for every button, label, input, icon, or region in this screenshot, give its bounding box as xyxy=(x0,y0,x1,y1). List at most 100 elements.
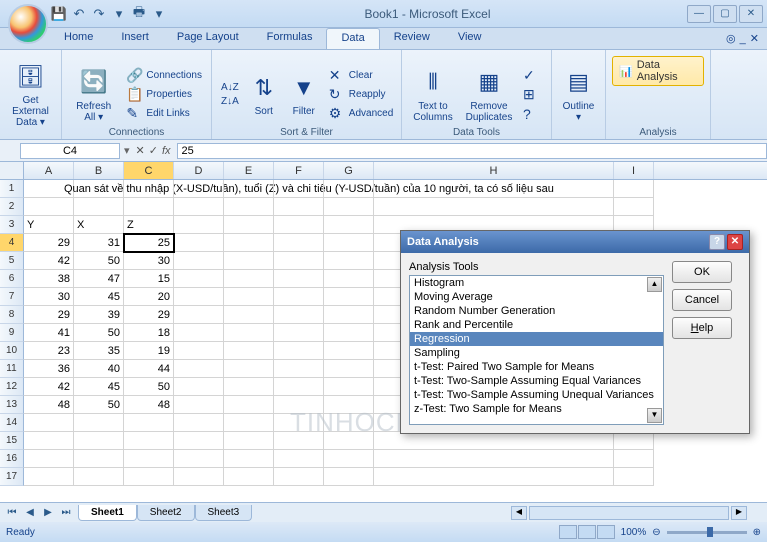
cell[interactable] xyxy=(224,396,274,414)
sort-button[interactable]: ⇅Sort xyxy=(246,52,282,137)
row-header[interactable]: 1 xyxy=(0,180,24,198)
sort-ascending-button[interactable]: A↓Z xyxy=(218,81,242,94)
cell[interactable] xyxy=(374,198,614,216)
cell[interactable] xyxy=(324,324,374,342)
consolidate-button[interactable]: ⊞ xyxy=(520,86,542,104)
cell[interactable] xyxy=(614,450,654,468)
cell[interactable] xyxy=(224,216,274,234)
row-header[interactable]: 13 xyxy=(0,396,24,414)
column-header[interactable]: C xyxy=(124,162,174,179)
analysis-tool-item[interactable]: t-Test: Paired Two Sample for Means xyxy=(410,360,663,374)
scroll-left-icon[interactable]: ◀ xyxy=(511,506,527,520)
cell[interactable]: 18 xyxy=(124,324,174,342)
cell[interactable] xyxy=(224,270,274,288)
cell[interactable] xyxy=(274,468,324,486)
cell[interactable]: Quan sát về thu nhập (X-USD/tuần), tuổi … xyxy=(24,180,74,198)
cell[interactable] xyxy=(174,198,224,216)
cell[interactable] xyxy=(174,180,224,198)
cancel-icon[interactable]: ✕ xyxy=(136,144,145,157)
data-validation-button[interactable]: ✓ xyxy=(520,67,542,85)
doc-close-icon[interactable]: ✕ xyxy=(750,32,759,45)
scroll-down-icon[interactable]: ▼ xyxy=(647,408,662,423)
cell[interactable] xyxy=(174,306,224,324)
cell[interactable]: 20 xyxy=(124,288,174,306)
cell[interactable] xyxy=(324,414,374,432)
column-header[interactable]: E xyxy=(224,162,274,179)
cell[interactable]: 31 xyxy=(74,234,124,252)
cell[interactable] xyxy=(324,252,374,270)
cell[interactable] xyxy=(274,342,324,360)
cell[interactable] xyxy=(274,306,324,324)
filter-button[interactable]: ▼Filter xyxy=(286,52,322,137)
zoom-slider[interactable] xyxy=(667,531,747,534)
cell[interactable] xyxy=(74,414,124,432)
column-header[interactable]: I xyxy=(614,162,654,179)
outline-button[interactable]: ▤Outline ▾ xyxy=(558,52,599,137)
analysis-tool-item[interactable]: t-Test: Two-Sample Assuming Equal Varian… xyxy=(410,374,663,388)
sort-descending-button[interactable]: Z↓A xyxy=(218,95,242,108)
column-header[interactable]: D xyxy=(174,162,224,179)
close-button[interactable]: ✕ xyxy=(739,5,763,23)
cell[interactable]: 48 xyxy=(124,396,174,414)
cell[interactable] xyxy=(614,198,654,216)
sheet-tab[interactable]: Sheet2 xyxy=(137,505,195,521)
cell[interactable]: 45 xyxy=(74,288,124,306)
row-header[interactable]: 6 xyxy=(0,270,24,288)
data-analysis-button[interactable]: 📊Data Analysis xyxy=(612,56,704,86)
cell[interactable] xyxy=(324,234,374,252)
analysis-tool-item[interactable]: Histogram xyxy=(410,276,663,290)
cell[interactable] xyxy=(614,468,654,486)
cancel-button[interactable]: Cancel xyxy=(672,289,732,311)
column-header[interactable]: G xyxy=(324,162,374,179)
tab-view[interactable]: View xyxy=(444,28,496,49)
last-sheet-icon[interactable]: ⏭ xyxy=(58,507,74,518)
cell[interactable] xyxy=(274,432,324,450)
scroll-right-icon[interactable]: ▶ xyxy=(731,506,747,520)
cell[interactable]: X xyxy=(74,216,124,234)
next-sheet-icon[interactable]: ▶ xyxy=(40,507,56,518)
cell[interactable] xyxy=(174,450,224,468)
cell[interactable]: 38 xyxy=(24,270,74,288)
cell[interactable] xyxy=(324,306,374,324)
analysis-tool-item[interactable]: Sampling xyxy=(410,346,663,360)
cell[interactable]: 45 xyxy=(74,378,124,396)
cell[interactable] xyxy=(124,468,174,486)
remove-duplicates-button[interactable]: ▦Remove Duplicates xyxy=(462,52,516,137)
cell[interactable] xyxy=(324,216,374,234)
redo-icon[interactable]: ↷ xyxy=(90,5,108,23)
cell[interactable] xyxy=(224,324,274,342)
tab-review[interactable]: Review xyxy=(380,28,444,49)
cell[interactable]: 41 xyxy=(24,324,74,342)
cell[interactable] xyxy=(274,252,324,270)
cell[interactable]: 29 xyxy=(24,306,74,324)
cell[interactable] xyxy=(274,198,324,216)
cell[interactable] xyxy=(274,414,324,432)
cell[interactable] xyxy=(124,450,174,468)
select-all-corner[interactable] xyxy=(0,162,24,179)
row-header[interactable]: 3 xyxy=(0,216,24,234)
analysis-tool-item[interactable]: z-Test: Two Sample for Means xyxy=(410,402,663,416)
normal-view-button[interactable] xyxy=(559,525,577,539)
cell[interactable] xyxy=(24,468,74,486)
enter-icon[interactable]: ✓ xyxy=(149,144,158,157)
cell[interactable] xyxy=(324,288,374,306)
cell[interactable] xyxy=(274,360,324,378)
row-header[interactable]: 5 xyxy=(0,252,24,270)
row-header[interactable]: 10 xyxy=(0,342,24,360)
tab-insert[interactable]: Insert xyxy=(107,28,163,49)
cell[interactable] xyxy=(74,180,124,198)
row-header[interactable]: 2 xyxy=(0,198,24,216)
fx-icon[interactable]: fx xyxy=(162,145,171,157)
office-button[interactable] xyxy=(8,4,48,44)
row-header[interactable]: 16 xyxy=(0,450,24,468)
cell[interactable] xyxy=(274,288,324,306)
dialog-close-icon[interactable]: ✕ xyxy=(727,234,743,250)
column-header[interactable]: B xyxy=(74,162,124,179)
clear-filter-button[interactable]: ✕Clear xyxy=(326,67,396,85)
cell[interactable] xyxy=(274,270,324,288)
cell[interactable] xyxy=(274,180,324,198)
cell[interactable] xyxy=(174,342,224,360)
cell[interactable] xyxy=(224,198,274,216)
cell[interactable] xyxy=(274,450,324,468)
help-icon[interactable]: ◎ xyxy=(726,32,736,45)
